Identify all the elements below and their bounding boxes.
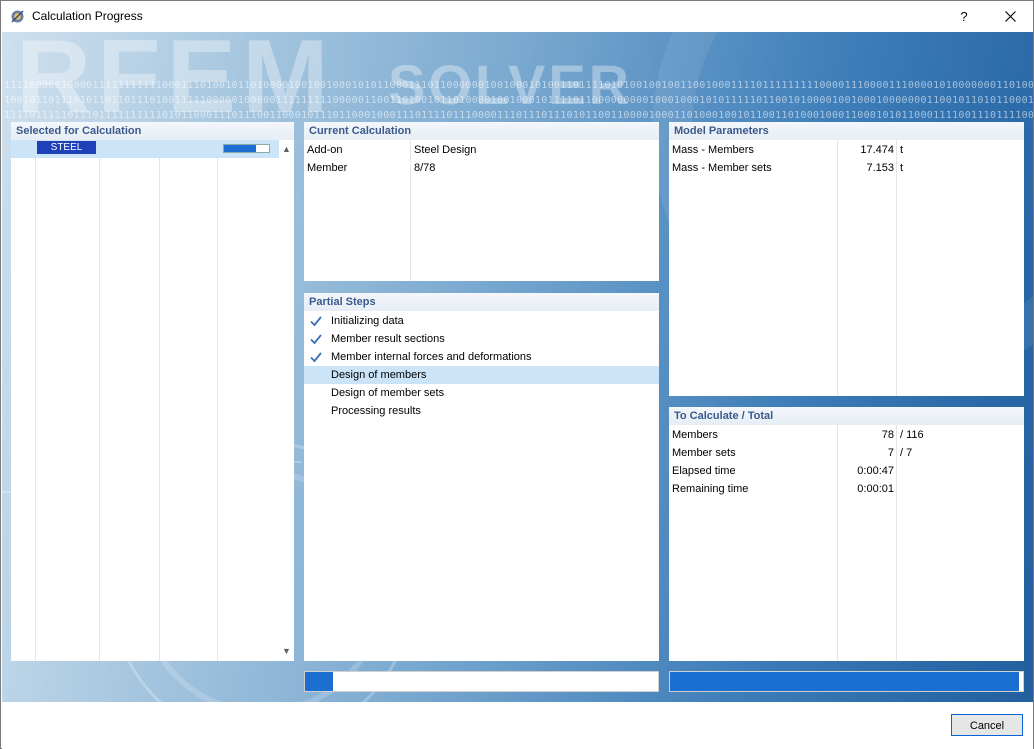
step-item: Processing results xyxy=(304,402,659,420)
table-row: Mass - Members 17.474 t xyxy=(669,141,1024,159)
table-row: Mass - Member sets 7.153 t xyxy=(669,159,1024,177)
binary-line: 1001011011101011011011101001111100000100… xyxy=(4,95,1033,106)
table-row: Member 8/78 xyxy=(304,159,659,177)
row-value: 7.153 xyxy=(866,162,894,174)
row-value: 0:00:01 xyxy=(857,483,894,495)
step-label: Initializing data xyxy=(331,315,404,327)
window-title: Calculation Progress xyxy=(32,9,143,23)
table-row: Add-on Steel Design xyxy=(304,141,659,159)
row-label: Elapsed time xyxy=(672,465,736,477)
total-progress-bar xyxy=(669,671,1024,692)
step-label: Member internal forces and deformations xyxy=(331,351,532,363)
row-value: 0:00:47 xyxy=(857,465,894,477)
row-value: 17.474 xyxy=(860,144,894,156)
step-item: Design of member sets xyxy=(304,384,659,402)
binary-line: 1111011111011101111111111010110001110111… xyxy=(4,110,1033,121)
table-row: Members 78 / 116 xyxy=(669,426,1024,444)
step-label: Design of members xyxy=(331,369,427,381)
row-label: Member xyxy=(307,162,348,174)
table-row: Elapsed time 0:00:47 xyxy=(669,462,1024,480)
scroll-up-icon[interactable]: ▲ xyxy=(279,142,294,157)
row-label: Mass - Members xyxy=(672,144,754,156)
close-button[interactable] xyxy=(987,1,1033,32)
row-label: Add-on xyxy=(307,144,343,156)
checkmark-icon xyxy=(310,334,322,345)
addon-tag: STEEL xyxy=(37,141,96,154)
current-calculation-panel: Current Calculation Add-on Steel Design … xyxy=(304,122,659,281)
row-total: / 116 xyxy=(900,429,924,441)
vertical-scrollbar[interactable]: ▲ ▼ xyxy=(279,140,294,661)
item-progress-bar xyxy=(223,144,270,153)
model-parameters-panel: Model Parameters Mass - Members 17.474 t… xyxy=(669,122,1024,396)
row-label: Members xyxy=(672,429,718,441)
binary-line: 1111000001000011111111111000111010010110… xyxy=(4,80,1033,91)
to-calculate-total-panel: To Calculate / Total Members 78 / 116 Me… xyxy=(669,407,1024,661)
progress-fill xyxy=(305,672,334,691)
step-item: Initializing data xyxy=(304,312,659,330)
panel-header: Selected for Calculation xyxy=(11,122,294,140)
help-button[interactable]: ? xyxy=(941,1,987,32)
step-label: Processing results xyxy=(331,405,421,417)
row-value: 8/78 xyxy=(414,162,436,174)
partial-steps-progress-bar xyxy=(304,671,659,692)
row-unit: t xyxy=(900,144,904,156)
calculation-progress-window: Calculation Progress ? RFEM SOLVER 11110… xyxy=(0,0,1034,749)
step-label: Design of member sets xyxy=(331,387,445,399)
close-icon xyxy=(1004,11,1016,22)
item-progress-fill xyxy=(224,145,257,152)
scroll-down-icon[interactable]: ▼ xyxy=(279,644,294,659)
cancel-button[interactable]: Cancel xyxy=(951,714,1023,736)
panel-header: Current Calculation xyxy=(304,122,659,140)
app-icon xyxy=(11,10,24,23)
dialog-footer xyxy=(2,702,1033,749)
checkmark-icon xyxy=(310,352,322,363)
panel-header: To Calculate / Total xyxy=(669,407,1024,425)
row-total: / 7 xyxy=(900,447,913,459)
row-unit: t xyxy=(900,162,904,174)
row-value: 78 xyxy=(881,429,894,441)
checkmark-icon xyxy=(310,316,322,327)
row-label: Remaining time xyxy=(672,483,749,495)
step-item: Design of members xyxy=(304,366,659,384)
partial-steps-panel: Partial Steps Initializing data Member re… xyxy=(304,293,659,661)
list-item[interactable]: STEEL xyxy=(11,140,279,158)
table-row: Remaining time 0:00:01 xyxy=(669,480,1024,498)
step-item: Member internal forces and deformations xyxy=(304,348,659,366)
row-value: Steel Design xyxy=(414,144,477,156)
table-row: Member sets 7 / 7 xyxy=(669,444,1024,462)
step-item: Member result sections xyxy=(304,330,659,348)
panel-header: Model Parameters xyxy=(669,122,1024,140)
row-label: Member sets xyxy=(672,447,736,459)
title-bar: Calculation Progress ? xyxy=(1,1,1033,32)
step-label: Member result sections xyxy=(331,333,445,345)
row-value: 7 xyxy=(887,447,894,459)
row-label: Mass - Member sets xyxy=(672,162,772,174)
progress-fill xyxy=(670,672,1020,691)
panel-header: Partial Steps xyxy=(304,293,659,311)
selected-for-calculation-panel: Selected for Calculation STEEL ▲ ▼ xyxy=(11,122,294,661)
